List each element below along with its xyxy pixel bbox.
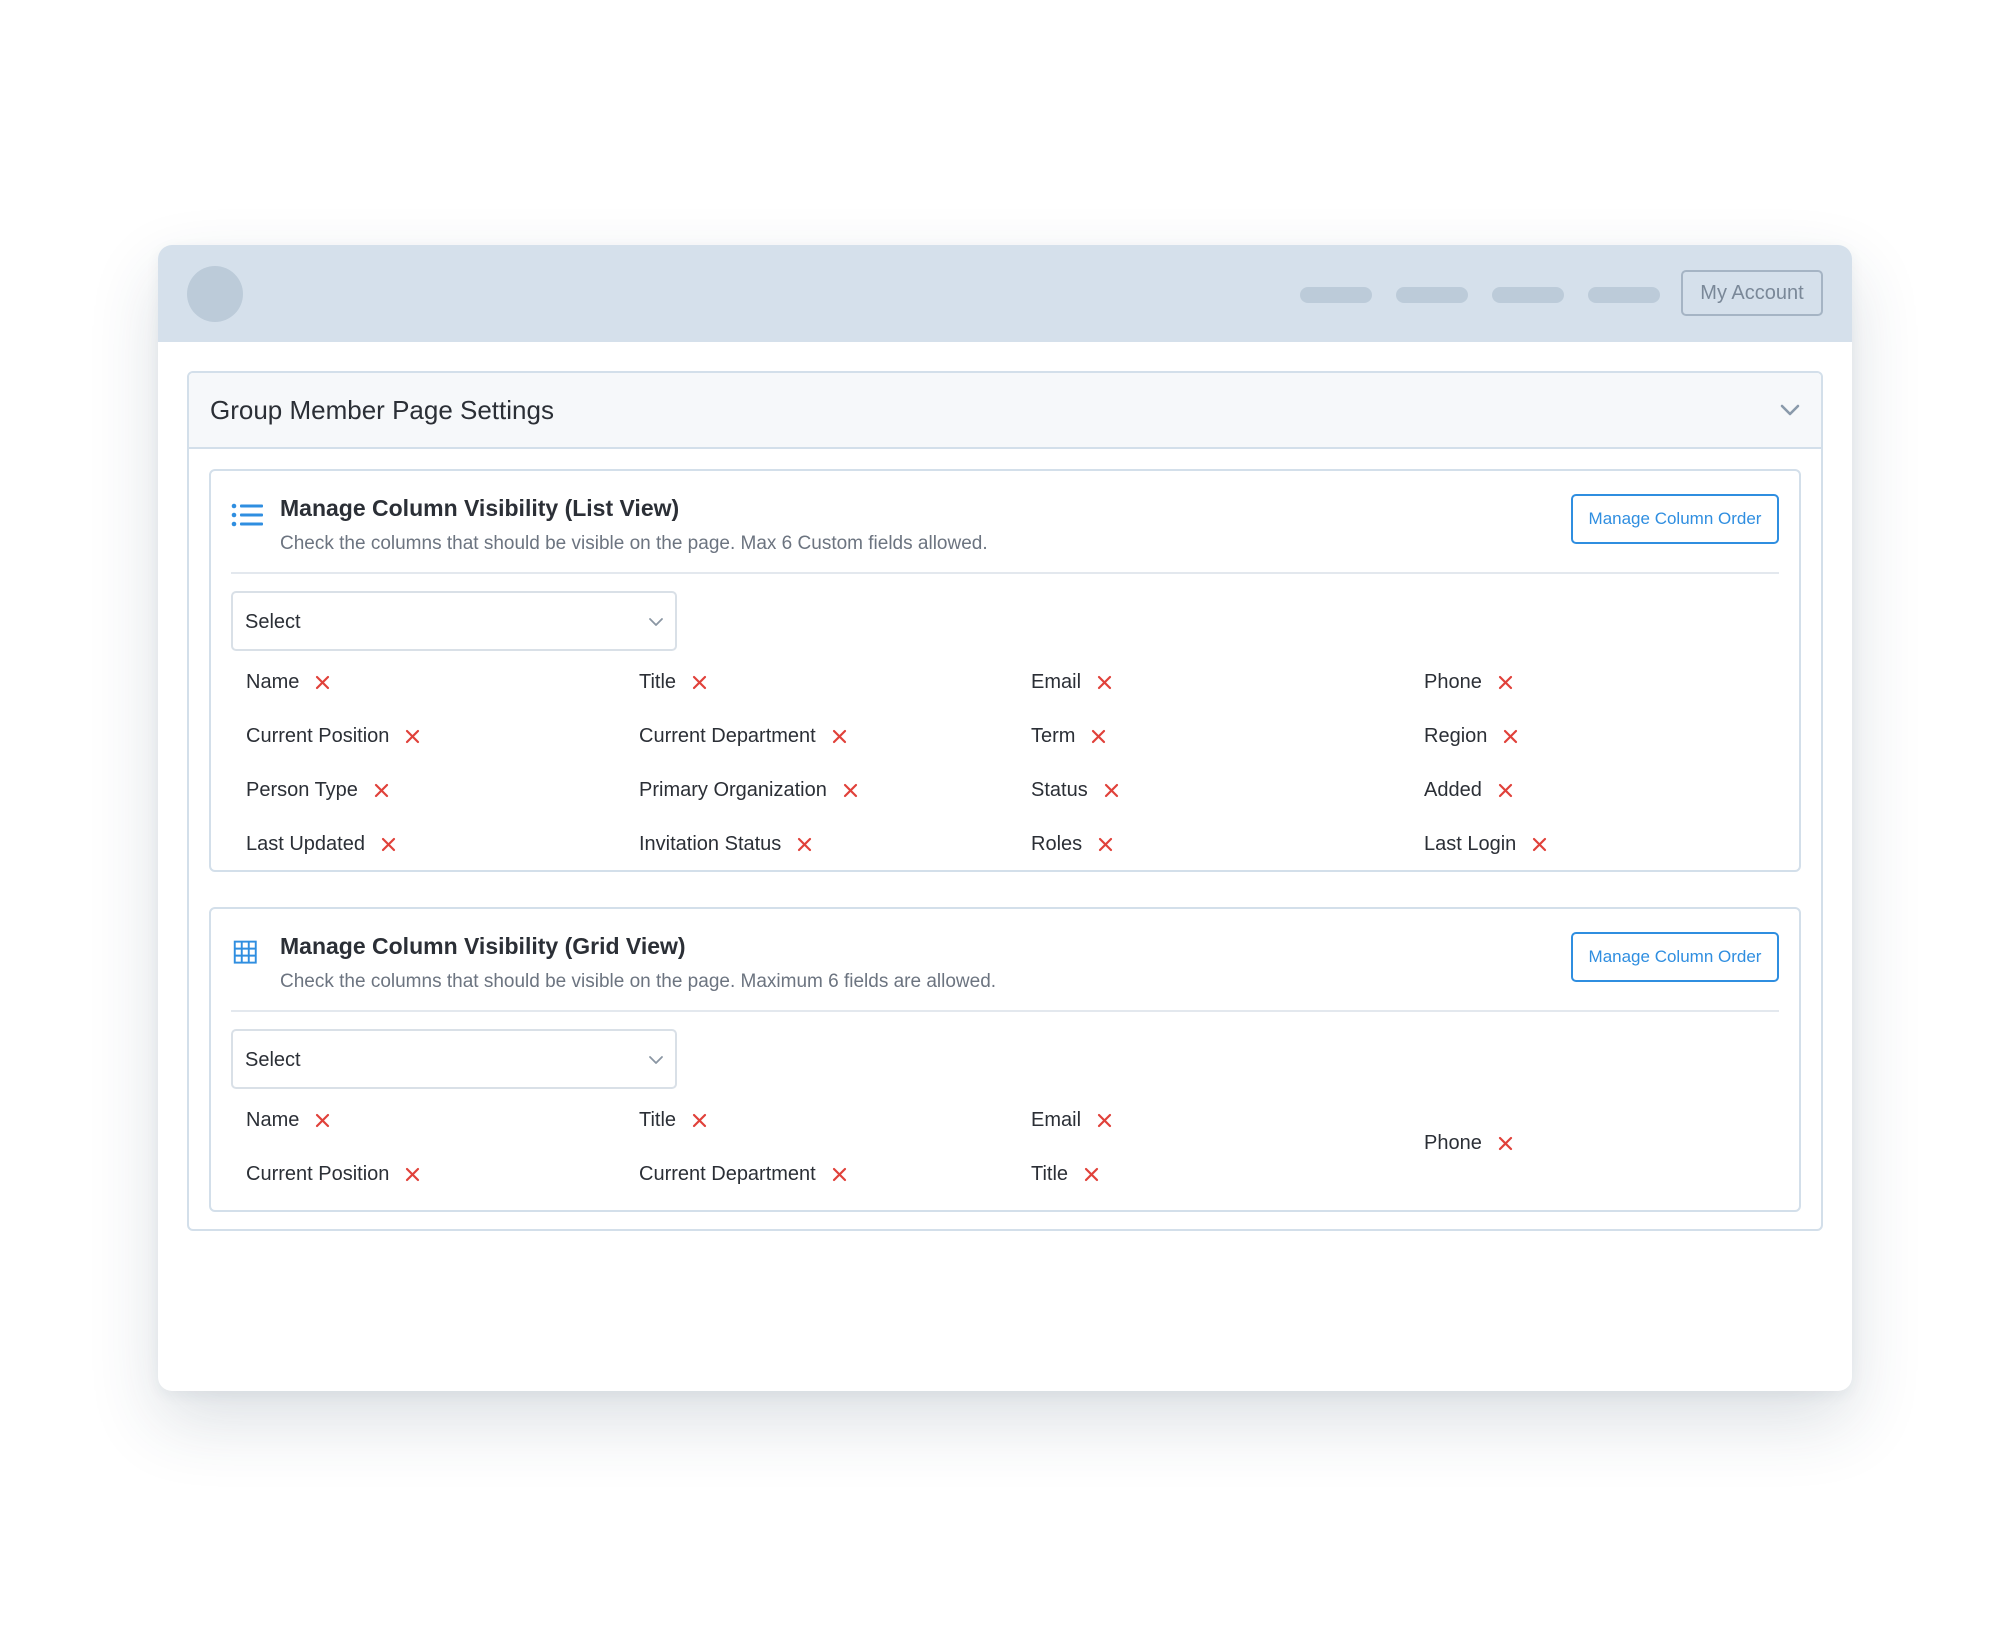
my-account-button[interactable]: My Account [1681, 270, 1823, 316]
selected-field-chip: Title [639, 671, 707, 694]
selected-field-chip: Current Department [639, 725, 847, 748]
remove-x-icon[interactable] [1503, 729, 1518, 744]
nav-item-placeholder-4[interactable] [1588, 287, 1660, 303]
grid-view-section: Manage Column Visibility (Grid View) Che… [209, 907, 1801, 1212]
remove-x-icon[interactable] [1084, 1167, 1099, 1182]
remove-x-icon[interactable] [374, 783, 389, 798]
grid-icon [233, 940, 257, 964]
remove-x-icon[interactable] [797, 837, 812, 852]
chevron-down-icon[interactable] [1777, 397, 1803, 423]
field-label: Person Type [246, 779, 358, 801]
field-label: Added [1424, 779, 1482, 801]
chevron-down-icon [649, 618, 663, 626]
selected-field-chip: Person Type [246, 779, 389, 802]
selected-field-chip: Added [1424, 779, 1513, 802]
logo-placeholder[interactable] [187, 266, 243, 322]
grid-view-description: Check the columns that should be visible… [280, 971, 997, 992]
selected-field-chip: Email [1031, 1109, 1112, 1132]
remove-x-icon[interactable] [1104, 783, 1119, 798]
selected-field-chip: Name [246, 671, 330, 694]
grid-manage-column-order-button[interactable]: Manage Column Order [1571, 932, 1779, 982]
panel-header[interactable]: Group Member Page Settings [189, 373, 1821, 449]
nav-item-placeholder-2[interactable] [1396, 287, 1468, 303]
field-label: Current Position [246, 1163, 390, 1185]
list-icon [231, 503, 263, 527]
selected-field-chip: Phone [1424, 1132, 1513, 1155]
remove-x-icon[interactable] [1498, 783, 1513, 798]
field-label: Title [639, 1109, 677, 1131]
list-view-title: Manage Column Visibility (List View) [280, 495, 680, 521]
remove-x-icon[interactable] [692, 1113, 707, 1128]
field-label: Current Position [246, 725, 390, 747]
remove-x-icon[interactable] [381, 837, 396, 852]
field-label: Invitation Status [639, 833, 782, 855]
select-value: Select [245, 611, 301, 633]
remove-x-icon[interactable] [692, 675, 707, 690]
selected-field-chip: Email [1031, 671, 1112, 694]
remove-x-icon[interactable] [832, 729, 847, 744]
selected-field-chip: Current Position [246, 725, 420, 748]
selected-field-chip: Status [1031, 779, 1119, 802]
list-column-select[interactable]: Select [231, 591, 677, 651]
selected-field-chip: Phone [1424, 671, 1513, 694]
field-label: Title [1031, 1163, 1069, 1185]
selected-field-chip: Name [246, 1109, 330, 1132]
nav-item-placeholder-1[interactable] [1300, 287, 1372, 303]
selected-field-chip: Primary Organization [639, 779, 858, 802]
remove-x-icon[interactable] [405, 1167, 420, 1182]
list-view-section: Manage Column Visibility (List View) Che… [209, 469, 1801, 872]
remove-x-icon[interactable] [405, 729, 420, 744]
field-label: Phone [1424, 671, 1482, 693]
remove-x-icon[interactable] [843, 783, 858, 798]
selected-field-chip: Current Department [639, 1163, 847, 1186]
selected-field-chip: Last Login [1424, 833, 1547, 856]
group-member-settings-panel: Group Member Page Settings Manage Column… [187, 371, 1823, 1231]
field-label: Roles [1031, 833, 1083, 855]
remove-x-icon[interactable] [832, 1167, 847, 1182]
remove-x-icon[interactable] [315, 1113, 330, 1128]
select-value: Select [245, 1049, 301, 1071]
remove-x-icon[interactable] [1097, 1113, 1112, 1128]
field-label: Status [1031, 779, 1088, 801]
selected-field-chip: Invitation Status [639, 833, 812, 856]
grid-view-title: Manage Column Visibility (Grid View) [280, 933, 686, 959]
selected-field-chip: Last Updated [246, 833, 396, 856]
selected-field-chip: Title [1031, 1163, 1099, 1186]
selected-field-chip: Current Position [246, 1163, 420, 1186]
field-label: Email [1031, 671, 1082, 693]
field-label: Name [246, 1109, 300, 1131]
field-label: Email [1031, 1109, 1082, 1131]
selected-field-chip: Region [1424, 725, 1518, 748]
selected-field-chip: Title [639, 1109, 707, 1132]
field-label: Primary Organization [639, 779, 827, 801]
remove-x-icon[interactable] [1097, 675, 1112, 690]
chevron-down-icon [649, 1056, 663, 1064]
remove-x-icon[interactable] [1091, 729, 1106, 744]
remove-x-icon[interactable] [1098, 837, 1113, 852]
nav-item-placeholder-3[interactable] [1492, 287, 1564, 303]
field-label: Last Updated [246, 833, 365, 855]
field-label: Phone [1424, 1132, 1482, 1154]
field-label: Last Login [1424, 833, 1517, 855]
field-label: Current Department [639, 1163, 816, 1185]
grid-column-select[interactable]: Select [231, 1029, 677, 1089]
section-divider [231, 572, 1779, 574]
remove-x-icon[interactable] [315, 675, 330, 690]
selected-field-chip: Roles [1031, 833, 1113, 856]
selected-field-chip: Term [1031, 725, 1106, 748]
panel-title: Group Member Page Settings [210, 395, 554, 425]
remove-x-icon[interactable] [1498, 1136, 1513, 1151]
field-label: Current Department [639, 725, 816, 747]
field-label: Name [246, 671, 300, 693]
field-label: Region [1424, 725, 1488, 747]
remove-x-icon[interactable] [1498, 675, 1513, 690]
section-divider [231, 1010, 1779, 1012]
field-label: Term [1031, 725, 1076, 747]
field-label: Title [639, 671, 677, 693]
list-manage-column-order-button[interactable]: Manage Column Order [1571, 494, 1779, 544]
list-view-description: Check the columns that should be visible… [280, 533, 988, 554]
top-nav-bar: My Account [158, 245, 1852, 342]
app-window: My Account Group Member Page Settings Ma… [158, 245, 1852, 1391]
remove-x-icon[interactable] [1532, 837, 1547, 852]
